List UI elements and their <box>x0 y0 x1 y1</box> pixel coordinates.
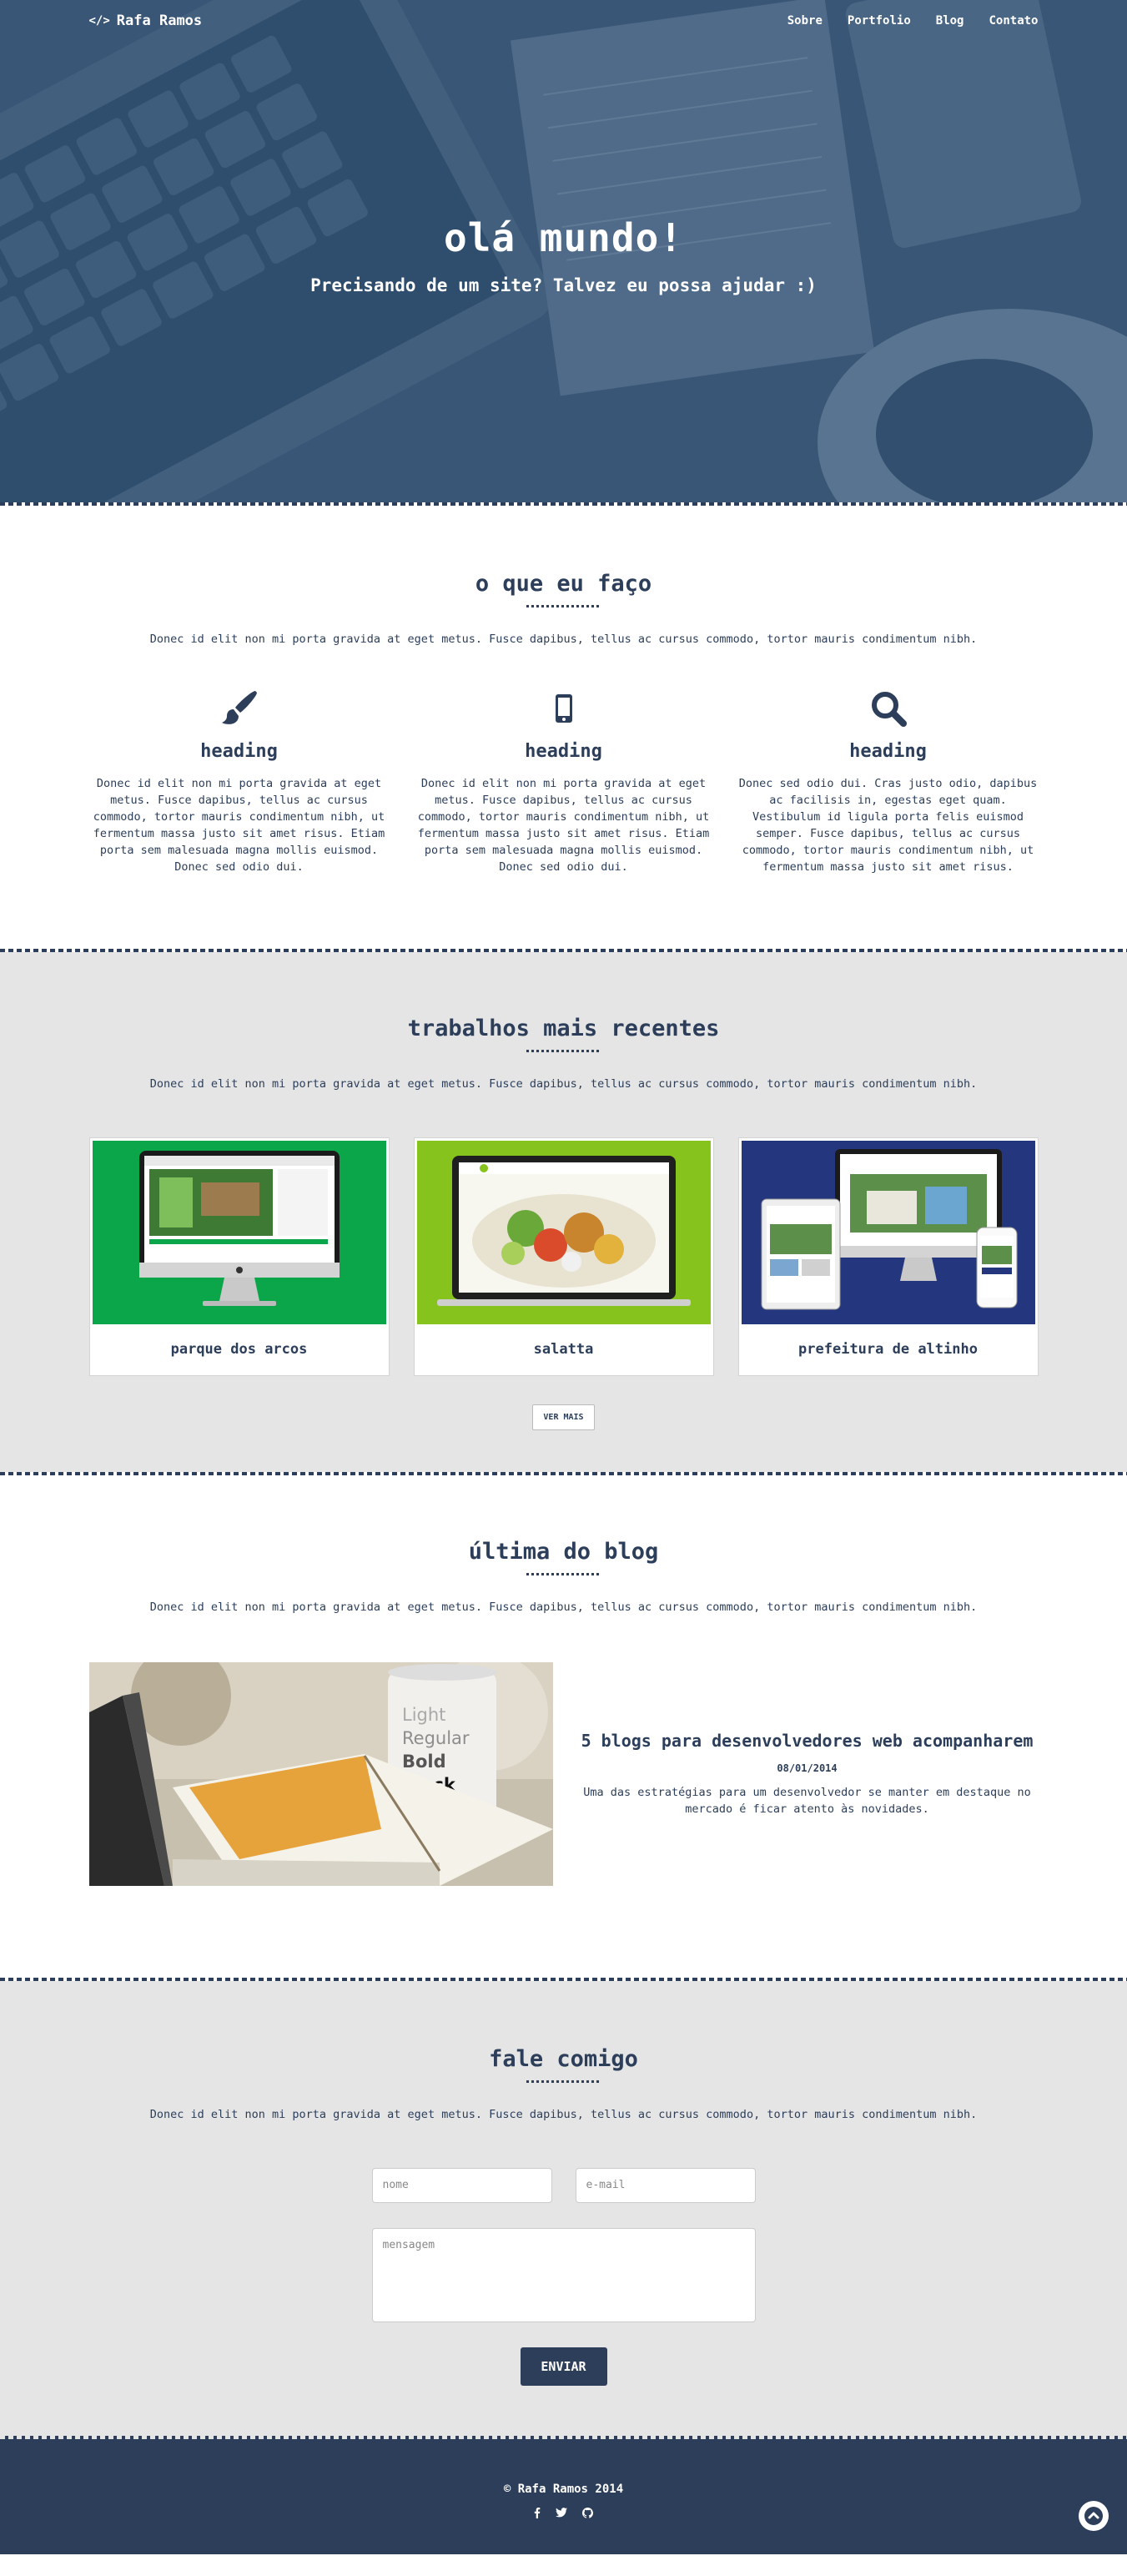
contact-section: fale comigo Donec id elit non mi porta g… <box>0 1981 1127 2436</box>
brand-link[interactable]: </> Rafa Ramos <box>89 13 203 29</box>
nav-item-portfolio[interactable]: Portfolio <box>848 14 911 28</box>
blog-post-body: 5 blogs para desenvolvedores web acompan… <box>553 1731 1039 1817</box>
brand-name: Rafa Ramos <box>116 13 203 29</box>
services-section: o que eu faço Donec id elit non mi porta… <box>0 506 1127 949</box>
top-navbar: </> Rafa Ramos Sobre Portfolio Blog Cont… <box>0 0 1127 42</box>
service-heading: heading <box>849 741 927 762</box>
social-links <box>0 2508 1127 2522</box>
title-underline <box>526 1573 601 1575</box>
service-item: heading Donec id elit non mi porta gravi… <box>89 688 390 875</box>
portfolio-section: trabalhos mais recentes Donec id elit no… <box>0 952 1127 1472</box>
title-underline <box>526 1050 601 1052</box>
portfolio-card-prefeitura-de-altinho[interactable]: prefeitura de altinho <box>737 1137 1039 1376</box>
portfolio-lead: Donec id elit non mi porta gravida at eg… <box>149 1077 978 1091</box>
blog-lead: Donec id elit non mi porta gravida at eg… <box>149 1601 978 1614</box>
blog-title: última do blog <box>468 1539 659 1565</box>
paintbrush-icon <box>89 688 390 729</box>
mug-text-bold: Bold <box>402 1752 446 1772</box>
facebook-icon[interactable] <box>534 2508 541 2522</box>
github-icon[interactable] <box>581 2508 594 2522</box>
nav-item-contato[interactable]: Contato <box>989 14 1038 28</box>
portfolio-title: trabalhos mais recentes <box>407 1016 720 1041</box>
blog-section: última do blog Donec id elit non mi port… <box>0 1475 1127 1978</box>
send-button[interactable]: ENVIAR <box>520 2347 607 2386</box>
contact-form: nome e-mail mensagem ENVIAR <box>371 2168 756 2386</box>
service-item: heading Donec sed odio dui. Cras justo o… <box>738 688 1039 875</box>
services-title: o que eu faço <box>475 571 652 597</box>
services-lead: Donec id elit non mi porta gravida at eg… <box>149 633 978 646</box>
search-icon <box>738 688 1039 729</box>
service-heading: heading <box>525 741 602 762</box>
blog-post-title[interactable]: 5 blogs para desenvolvedores web acompan… <box>576 1731 1039 1751</box>
contact-title: fale comigo <box>489 2046 638 2072</box>
service-heading: heading <box>200 741 278 762</box>
twitter-icon[interactable] <box>556 2508 567 2522</box>
see-more-button[interactable]: VER MAIS <box>532 1404 595 1430</box>
portfolio-thumbnail <box>416 1141 711 1324</box>
message-field[interactable]: mensagem <box>371 2228 756 2322</box>
portfolio-card-title: parque dos arcos <box>170 1341 308 1358</box>
service-text: Donec sed odio dui. Cras justo odio, dap… <box>738 777 1038 874</box>
title-underline <box>526 2080 601 2083</box>
email-field[interactable]: e-mail <box>575 2168 756 2203</box>
name-field[interactable]: nome <box>371 2168 552 2203</box>
section-divider <box>0 2436 1127 2439</box>
hero-title: olá mundo! <box>444 215 683 260</box>
service-item: heading Donec id elit non mi porta gravi… <box>414 688 714 875</box>
portfolio-card-title: prefeitura de altinho <box>798 1341 978 1358</box>
title-underline <box>526 605 601 607</box>
portfolio-thumbnail <box>92 1141 386 1324</box>
portfolio-card-title: salatta <box>533 1341 594 1358</box>
blog-post-image: Light Regular Bold Black <box>88 1662 553 1886</box>
hero-section: olá mundo! Precisando de um site? Talvez… <box>0 0 1127 502</box>
nav-item-blog[interactable]: Blog <box>936 14 964 28</box>
contact-lead: Donec id elit non mi porta gravida at eg… <box>149 2108 978 2121</box>
portfolio-card-parque-dos-arcos[interactable]: parque dos arcos <box>88 1137 390 1376</box>
service-text: Donec id elit non mi porta gravida at eg… <box>417 777 710 874</box>
copyright: © Rafa Ramos 2014 <box>503 2483 624 2496</box>
nav-item-sobre[interactable]: Sobre <box>787 14 823 28</box>
service-text: Donec id elit non mi porta gravida at eg… <box>93 777 385 874</box>
nav-menu: Sobre Portfolio Blog Contato <box>787 14 1039 28</box>
mobile-icon <box>414 688 714 729</box>
mug-text-light: Light <box>402 1705 445 1725</box>
code-icon: </> <box>88 14 110 28</box>
footer: © Rafa Ramos 2014 <box>0 2436 1127 2554</box>
hero-subtitle: Precisando de um site? Talvez eu possa a… <box>310 275 817 295</box>
portfolio-thumbnail <box>741 1141 1035 1324</box>
chevron-up-icon <box>1084 2507 1103 2525</box>
blog-post-date: 08/01/2014 <box>777 1762 838 1774</box>
mug-text-regular: Regular <box>402 1728 470 1748</box>
hero-content: olá mundo! Precisando de um site? Talvez… <box>0 215 1127 295</box>
blog-post-excerpt: Uma das estratégias para um desenvolvedo… <box>583 1786 1031 1816</box>
blog-post[interactable]: Light Regular Bold Black 5 blogs para de… <box>88 1662 1039 1886</box>
portfolio-card-salatta[interactable]: salatta <box>413 1137 714 1376</box>
back-to-top-button[interactable] <box>1079 2501 1109 2531</box>
